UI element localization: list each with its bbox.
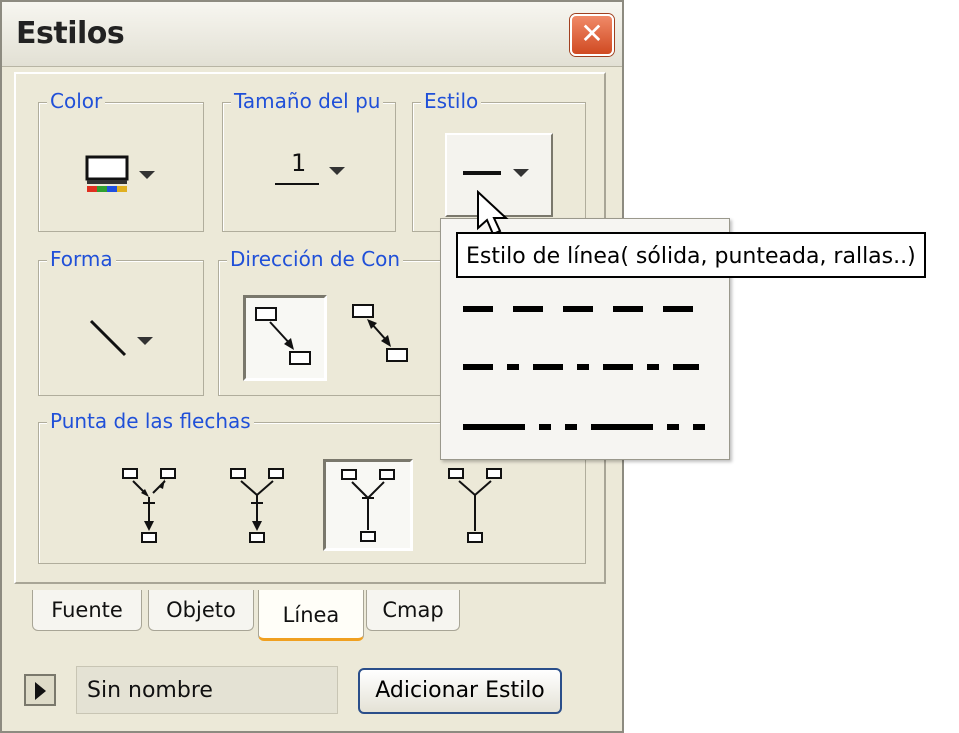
direction-forward-button[interactable] [243, 295, 327, 381]
direction-both-button[interactable] [343, 295, 421, 375]
point-size-group: Tamaño del pu 1 [222, 89, 396, 232]
title-bar[interactable]: Estilos ✕ [2, 2, 622, 67]
add-style-button[interactable]: Adicionar Estilo [358, 668, 562, 714]
tab-fuente[interactable]: Fuente [32, 590, 142, 631]
shape-group: Forma [38, 247, 204, 396]
arrowhead-end-icon [230, 468, 284, 543]
direction-both-icon [352, 304, 408, 362]
tab-fuente-label: Fuente [51, 598, 123, 622]
line-style-option-long-dash-dot-dot[interactable] [441, 405, 729, 449]
arrowhead-none-icon [341, 469, 395, 542]
tooltip: Estilo de línea( sólida, punteada, ralla… [456, 232, 926, 278]
tab-cmap[interactable]: Cmap [366, 590, 460, 631]
solid-line-icon [463, 171, 501, 175]
point-size-group-label: Tamaño del pu [231, 89, 384, 113]
color-picker-button[interactable] [85, 153, 165, 197]
window-title: Estilos [16, 16, 125, 51]
line-style-option-dash-dot[interactable] [441, 345, 729, 389]
dashed-line-icon [463, 306, 699, 312]
arrowhead-none-button[interactable] [323, 459, 413, 551]
shape-group-label: Forma [47, 247, 116, 271]
chevron-down-icon [329, 167, 345, 175]
line-style-option-dashed[interactable] [441, 287, 729, 331]
tab-linea[interactable]: Línea [258, 590, 364, 641]
arrowhead-all-button[interactable] [109, 463, 189, 547]
arrowhead-all-icon [122, 468, 176, 543]
direction-forward-icon [255, 307, 311, 365]
arrowheads-group-label: Punta de las flechas [47, 409, 254, 433]
point-size-value: 1 [291, 149, 307, 177]
arrowhead-plain-button[interactable] [435, 463, 515, 547]
dash-dot-line-icon [463, 364, 699, 370]
tab-objeto[interactable]: Objeto [148, 590, 254, 631]
arrowhead-end-button[interactable] [217, 463, 297, 547]
point-size-dropdown[interactable]: 1 [275, 145, 365, 201]
arrowhead-plain-icon [448, 468, 502, 543]
color-group: Color [38, 89, 204, 232]
line-style-group-label: Estilo [421, 89, 482, 113]
tab-linea-label: Línea [282, 603, 340, 627]
color-group-label: Color [47, 89, 106, 113]
long-dash-dot-dot-line-icon [463, 424, 709, 430]
chevron-down-icon [513, 169, 529, 177]
close-icon[interactable]: ✕ [570, 14, 614, 56]
tab-cmap-label: Cmap [382, 598, 444, 622]
direction-group: Dirección de Con [218, 247, 450, 396]
color-swatch-icon [85, 155, 155, 192]
direction-group-label: Dirección de Con [227, 247, 404, 271]
play-icon[interactable] [24, 674, 56, 706]
straight-line-icon [89, 319, 153, 357]
style-name-field[interactable]: Sin nombre [76, 666, 338, 714]
point-size-underline [275, 183, 319, 185]
tab-objeto-label: Objeto [166, 598, 236, 622]
shape-dropdown[interactable] [85, 309, 165, 369]
